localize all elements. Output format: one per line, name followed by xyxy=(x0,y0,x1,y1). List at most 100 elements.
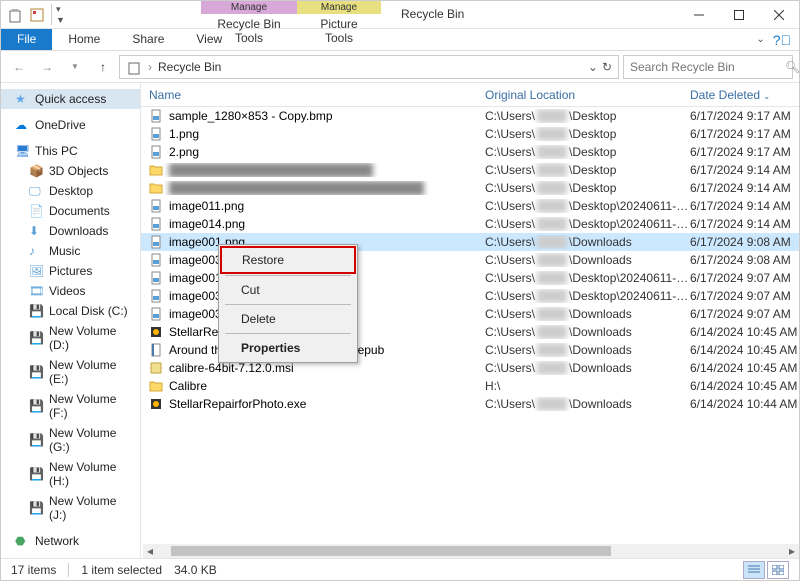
sidebar-item[interactable]: 🖼Pictures xyxy=(1,261,140,281)
sidebar-this-pc[interactable]: 🖥 This PC xyxy=(1,141,140,161)
forward-button[interactable]: → xyxy=(35,55,59,79)
column-header-location[interactable]: Original Location xyxy=(485,88,690,102)
close-button[interactable] xyxy=(759,1,799,29)
sidebar-item[interactable]: 💾New Volume (D:) xyxy=(1,321,140,355)
contextual-group-picture: Manage Picture Tools xyxy=(297,1,381,48)
file-row[interactable]: StellarRepairforPhoto.exe C:\Users\xxxxx… xyxy=(141,395,799,413)
maximize-button[interactable] xyxy=(719,1,759,29)
sidebar-network[interactable]: ⬣ Network xyxy=(1,531,140,551)
file-location: C:\Users\xxxxx\Downloads xyxy=(485,253,690,267)
properties-icon[interactable] xyxy=(29,7,45,23)
tab-picture-tools[interactable]: Picture Tools xyxy=(297,14,381,48)
file-type-icon xyxy=(149,199,163,213)
up-button[interactable]: ↑ xyxy=(91,55,115,79)
sidebar-item[interactable]: 📦3D Objects xyxy=(1,161,140,181)
context-delete[interactable]: Delete xyxy=(221,307,355,331)
sidebar-item[interactable]: 🎞Videos xyxy=(1,281,140,301)
file-date: 6/17/2024 9:07 AM xyxy=(690,271,799,285)
scroll-right-icon[interactable]: ▸ xyxy=(785,544,799,558)
view-thumbnails-button[interactable] xyxy=(767,561,789,579)
file-location: C:\Users\xxxxx\Desktop\20240611-data-re.… xyxy=(485,199,690,213)
file-location: C:\Users\xxxxx\Desktop xyxy=(485,163,690,177)
tab-home[interactable]: Home xyxy=(52,29,116,50)
folder-icon: ⬇ xyxy=(29,224,43,238)
file-date: 6/17/2024 9:17 AM xyxy=(690,127,799,141)
sidebar-item[interactable]: 💾New Volume (H:) xyxy=(1,457,140,491)
folder-icon: 💾 xyxy=(29,304,43,318)
crumb-chevron-icon[interactable]: › xyxy=(148,60,152,74)
folder-icon: 💾 xyxy=(29,331,43,345)
contextual-header: Manage xyxy=(297,1,381,14)
file-row[interactable]: ██████████████████████████████ C:\Users\… xyxy=(141,179,799,197)
tab-recycle-bin-tools[interactable]: Recycle Bin Tools xyxy=(201,14,297,48)
column-header-date[interactable]: Date Deleted ⌄ xyxy=(690,88,799,102)
file-type-icon xyxy=(149,343,163,357)
view-details-button[interactable] xyxy=(743,561,765,579)
sidebar-item[interactable]: 💾Local Disk (C:) xyxy=(1,301,140,321)
context-cut[interactable]: Cut xyxy=(221,278,355,302)
expand-ribbon-icon[interactable]: ⌄ xyxy=(756,34,764,45)
back-button[interactable]: ← xyxy=(7,55,31,79)
file-type-icon xyxy=(149,217,163,231)
window-title: Recycle Bin xyxy=(401,7,464,21)
sidebar-quick-access[interactable]: ★ Quick access xyxy=(1,89,140,109)
column-header-name[interactable]: Name xyxy=(149,88,485,102)
file-date: 6/14/2024 10:45 AM xyxy=(690,325,799,339)
folder-icon: 💾 xyxy=(29,467,43,481)
folder-icon: 📦 xyxy=(29,164,43,178)
tab-share[interactable]: Share xyxy=(116,29,180,50)
sidebar-item[interactable]: 💾New Volume (E:) xyxy=(1,355,140,389)
status-size: 34.0 KB xyxy=(174,563,217,577)
scrollbar-thumb[interactable] xyxy=(171,546,611,556)
horizontal-scrollbar[interactable]: ◂ ▸ xyxy=(143,544,799,558)
context-properties[interactable]: Properties xyxy=(221,336,355,360)
refresh-icon[interactable]: ↻ xyxy=(602,60,612,74)
file-row[interactable]: image014.png C:\Users\xxxxx\Desktop\2024… xyxy=(141,215,799,233)
search-icon[interactable]: 🔍︎ xyxy=(785,60,800,74)
cloud-icon: ☁ xyxy=(15,118,29,132)
breadcrumb-current[interactable]: Recycle Bin xyxy=(158,60,221,74)
context-separator xyxy=(225,275,351,276)
sidebar-item[interactable]: 🖵Desktop xyxy=(1,181,140,201)
sidebar-item[interactable]: 💾New Volume (F:) xyxy=(1,389,140,423)
sidebar-item[interactable]: ♪Music xyxy=(1,241,140,261)
sidebar-item[interactable]: 📄Documents xyxy=(1,201,140,221)
folder-icon: 🎞 xyxy=(29,284,43,298)
address-bar[interactable]: › Recycle Bin ⌄ ↻ xyxy=(119,55,619,79)
file-location: C:\Users\xxxxx\Desktop xyxy=(485,109,690,123)
address-dropdown-icon[interactable]: ⌄ xyxy=(588,60,598,74)
help-icon[interactable]: ?⃝ xyxy=(773,32,791,48)
file-type-icon xyxy=(149,289,163,303)
file-type-icon xyxy=(149,181,163,195)
file-row[interactable]: image011.png C:\Users\xxxxx\Desktop\2024… xyxy=(141,197,799,215)
context-separator xyxy=(225,333,351,334)
navigation-pane: ★ Quick access ☁ OneDrive 🖥 This PC 📦3D … xyxy=(1,83,141,563)
sidebar-item[interactable]: 💾New Volume (G:) xyxy=(1,423,140,457)
scroll-left-icon[interactable]: ◂ xyxy=(143,544,157,558)
file-location: C:\Users\xxxxx\Desktop\20240611-data-re.… xyxy=(485,217,690,231)
file-type-icon xyxy=(149,379,163,393)
file-location: H:\ xyxy=(485,379,690,393)
file-row[interactable]: 1.png C:\Users\xxxxx\Desktop 6/17/2024 9… xyxy=(141,125,799,143)
qat-dropdown-icon[interactable]: ▾▼ xyxy=(51,4,65,25)
column-headers: Name Original Location Date Deleted ⌄ xyxy=(141,83,799,107)
file-row[interactable]: Calibre H:\ 6/14/2024 10:45 AM xyxy=(141,377,799,395)
recent-locations-button[interactable]: ▼ xyxy=(63,55,87,79)
file-date: 6/17/2024 9:08 AM xyxy=(690,253,799,267)
file-date: 6/17/2024 9:07 AM xyxy=(690,307,799,321)
context-restore[interactable]: Restore xyxy=(220,246,356,274)
file-tab[interactable]: File xyxy=(1,29,52,50)
sidebar-item[interactable]: 💾New Volume (J:) xyxy=(1,491,140,525)
sidebar-item[interactable]: ⬇Downloads xyxy=(1,221,140,241)
file-date: 6/17/2024 9:14 AM xyxy=(690,163,799,177)
sidebar-onedrive[interactable]: ☁ OneDrive xyxy=(1,115,140,135)
search-box[interactable]: 🔍︎ xyxy=(623,55,793,79)
file-row[interactable]: 2.png C:\Users\xxxxx\Desktop 6/17/2024 9… xyxy=(141,143,799,161)
file-row[interactable]: ████████████████████████ C:\Users\xxxxx\… xyxy=(141,161,799,179)
minimize-button[interactable] xyxy=(679,1,719,29)
file-location: C:\Users\xxxxx\Downloads xyxy=(485,397,690,411)
search-input[interactable] xyxy=(630,60,785,74)
file-type-icon xyxy=(149,145,163,159)
file-date: 6/14/2024 10:44 AM xyxy=(690,397,799,411)
file-row[interactable]: sample_1280×853 - Copy.bmp C:\Users\xxxx… xyxy=(141,107,799,125)
